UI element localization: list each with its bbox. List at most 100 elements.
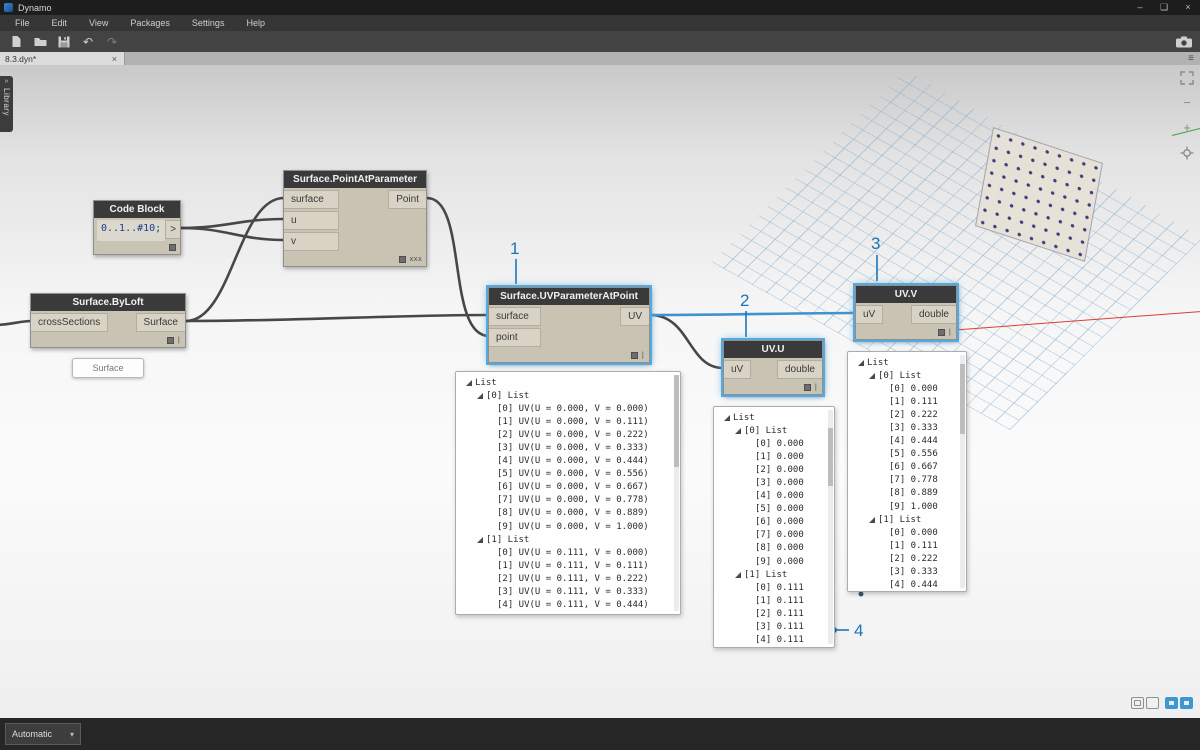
port-out-uv[interactable]: UV bbox=[620, 307, 649, 326]
library-panel-tab[interactable]: » Library bbox=[0, 76, 13, 132]
save-icon[interactable] bbox=[56, 34, 72, 50]
wire[interactable] bbox=[648, 313, 725, 370]
expander-icon[interactable] bbox=[869, 372, 875, 379]
menu-item[interactable]: Packages bbox=[119, 15, 181, 31]
port-out-codeblock[interactable]: > bbox=[165, 220, 181, 239]
zoom-fit-icon[interactable] bbox=[1179, 70, 1195, 86]
expander-icon[interactable] bbox=[477, 536, 483, 543]
node-title[interactable]: Surface.PointAtParameter bbox=[284, 171, 426, 188]
graph-view-button[interactable] bbox=[1165, 697, 1193, 709]
preview-toggle[interactable] bbox=[166, 337, 174, 344]
scrollbar-thumb[interactable] bbox=[674, 375, 679, 467]
port-in-uv[interactable]: uV bbox=[856, 305, 884, 324]
zoom-in-icon[interactable]: + bbox=[1179, 120, 1195, 136]
expander-icon[interactable] bbox=[466, 379, 472, 386]
node-uv-u[interactable]: UV.U uV double | bbox=[721, 338, 825, 397]
lacing-indicator[interactable]: | bbox=[641, 352, 645, 359]
run-mode-dropdown[interactable]: Automatic ▾ bbox=[5, 723, 81, 745]
lacing-indicator[interactable]: | bbox=[814, 384, 818, 391]
preview-toggle[interactable] bbox=[630, 352, 638, 359]
watch-list-item: [1] 0.111 bbox=[889, 540, 938, 551]
node-code-block[interactable]: Code Block 0..1..#10; > bbox=[93, 200, 181, 255]
redo-icon[interactable]: ↷ bbox=[104, 34, 120, 50]
preview-toggle[interactable] bbox=[937, 329, 945, 336]
node-uv-v[interactable]: UV.V uV double | bbox=[853, 283, 959, 342]
background-3d-preview-button[interactable] bbox=[1131, 697, 1159, 709]
undo-icon[interactable]: ↶ bbox=[80, 34, 96, 50]
port-in-uv[interactable]: uV bbox=[724, 360, 752, 379]
library-label: Library bbox=[2, 88, 11, 116]
preview-toggle[interactable] bbox=[399, 256, 407, 263]
watch-list-item: [6] UV(U = 0.000, V = 0.667) bbox=[497, 482, 649, 493]
node-title[interactable]: Surface.ByLoft bbox=[31, 294, 185, 311]
scrollbar-thumb[interactable] bbox=[828, 428, 833, 486]
preview-toggle[interactable] bbox=[803, 384, 811, 391]
minimize-icon[interactable]: – bbox=[1128, 0, 1152, 15]
lacing-indicator[interactable]: | bbox=[177, 337, 181, 344]
node-surface-pointatparameter[interactable]: Surface.PointAtParameter surface u v Poi… bbox=[283, 170, 427, 267]
scrollbar[interactable] bbox=[828, 410, 833, 644]
wire[interactable] bbox=[179, 217, 286, 230]
open-file-icon[interactable] bbox=[32, 34, 48, 50]
expander-icon[interactable] bbox=[735, 427, 741, 434]
overflow-menu-icon[interactable]: ≡ bbox=[1182, 52, 1200, 65]
scrollbar[interactable] bbox=[960, 355, 965, 588]
menu-item[interactable]: Settings bbox=[181, 15, 236, 31]
expander-icon[interactable] bbox=[724, 414, 730, 421]
port-out-point[interactable]: Point bbox=[388, 190, 426, 209]
port-in-surface[interactable]: surface bbox=[284, 190, 339, 209]
watch-list-item: [0] 0.000 bbox=[889, 383, 938, 394]
node-title[interactable]: UV.V bbox=[856, 286, 956, 303]
watch-list-item: [7] UV(U = 0.000, V = 0.778) bbox=[497, 495, 649, 506]
watch-bubble-uvparam[interactable]: List [0] List [0] UV(U = 0.000, V = 0.00… bbox=[455, 371, 681, 615]
scrollbar-thumb[interactable] bbox=[960, 364, 965, 434]
port-in-u[interactable]: u bbox=[284, 211, 339, 230]
watch-list: List [0] List [0] 0.000 [1] 0.000 [2] 0.… bbox=[718, 411, 826, 647]
camera-export-icon[interactable] bbox=[1176, 34, 1192, 50]
port-out-double[interactable]: double bbox=[776, 360, 822, 379]
menu-item[interactable]: Help bbox=[235, 15, 276, 31]
pan-icon[interactable] bbox=[1179, 145, 1195, 161]
port-in-surface[interactable]: surface bbox=[489, 307, 541, 326]
watch-bubble-uv-u[interactable]: List [0] List [0] 0.000 [1] 0.000 [2] 0.… bbox=[713, 406, 835, 648]
menu-item[interactable]: File bbox=[4, 15, 41, 31]
node-title[interactable]: UV.U bbox=[724, 341, 822, 358]
node-surface-uvparameteratpoint[interactable]: Surface.UVParameterAtPoint surface point… bbox=[486, 285, 652, 365]
new-file-icon[interactable] bbox=[8, 34, 24, 50]
watch-bubble-uv-v[interactable]: List [0] List [0] 0.000 [1] 0.111 [2] 0.… bbox=[847, 351, 967, 592]
menu-item[interactable]: Edit bbox=[41, 15, 79, 31]
wire-selected[interactable] bbox=[648, 311, 857, 317]
code-block-input[interactable]: 0..1..#10; bbox=[97, 220, 166, 241]
node-surface-byloft[interactable]: Surface.ByLoft crossSections Surface | bbox=[30, 293, 186, 348]
expander-icon[interactable] bbox=[735, 571, 741, 578]
run-mode-value: Automatic bbox=[12, 729, 53, 739]
wire[interactable] bbox=[0, 319, 34, 327]
workspace-tab[interactable]: 8.3.dyn* × bbox=[0, 52, 125, 65]
expander-icon[interactable] bbox=[869, 516, 875, 523]
workspace-canvas[interactable]: » Library Code Block 0..1..#10; > Surfac… bbox=[0, 65, 1200, 718]
scrollbar[interactable] bbox=[674, 375, 679, 611]
lacing-indicator[interactable]: xxx bbox=[409, 256, 422, 263]
expand-arrow-icon[interactable]: » bbox=[5, 78, 9, 86]
port-out-surface[interactable]: Surface bbox=[135, 313, 185, 332]
wire[interactable] bbox=[184, 196, 286, 323]
node-title[interactable]: Code Block bbox=[94, 201, 180, 218]
port-in-crosssections[interactable]: crossSections bbox=[31, 313, 109, 332]
port-in-v[interactable]: v bbox=[284, 232, 339, 251]
close-icon[interactable]: × bbox=[1176, 0, 1200, 15]
lacing-indicator[interactable]: | bbox=[948, 329, 952, 336]
zoom-out-icon[interactable]: − bbox=[1179, 95, 1195, 111]
maximize-icon[interactable]: ❏ bbox=[1152, 0, 1176, 15]
port-in-point[interactable]: point bbox=[489, 328, 541, 347]
expander-icon[interactable] bbox=[477, 392, 483, 399]
wire[interactable] bbox=[179, 226, 286, 242]
menu-item[interactable]: View bbox=[78, 15, 119, 31]
wire[interactable] bbox=[184, 313, 491, 323]
preview-toggle[interactable] bbox=[169, 244, 176, 251]
watch-bubble-grip-dot[interactable] bbox=[858, 591, 864, 597]
tab-close-icon[interactable]: × bbox=[110, 54, 119, 64]
port-out-double[interactable]: double bbox=[910, 305, 956, 324]
expander-icon[interactable] bbox=[858, 359, 864, 366]
watch-list-item: [0] List bbox=[718, 424, 826, 437]
node-title[interactable]: Surface.UVParameterAtPoint bbox=[489, 288, 649, 305]
